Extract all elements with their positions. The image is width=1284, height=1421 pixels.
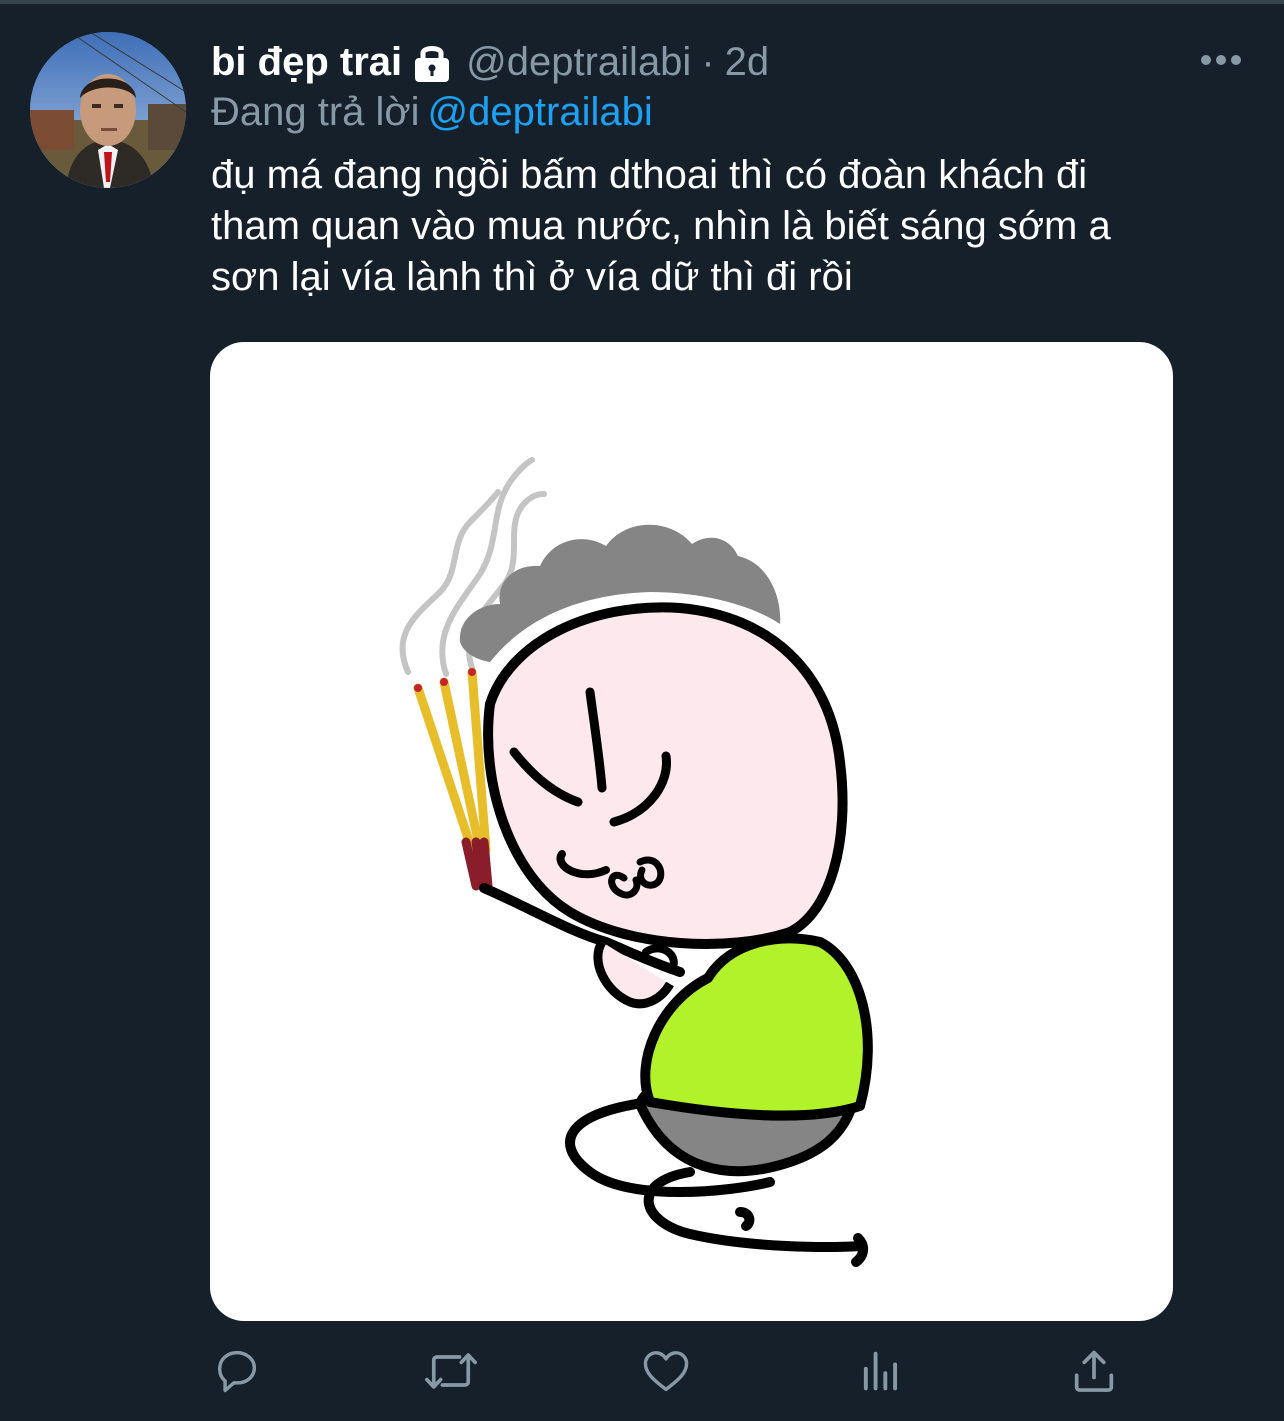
reply-icon bbox=[217, 1350, 257, 1393]
lock-icon bbox=[412, 41, 452, 83]
share-button[interactable] bbox=[1064, 1341, 1124, 1401]
user-handle[interactable]: @deptrailabi bbox=[466, 34, 691, 90]
tweet-text: đụ má đang ngồi bấm dthoai thì có đoàn k… bbox=[211, 153, 1111, 299]
retweet-button[interactable] bbox=[421, 1341, 481, 1401]
share-icon bbox=[1074, 1350, 1114, 1392]
reply-context: Đang trả lời @deptrailabi bbox=[211, 84, 653, 140]
analytics-icon bbox=[863, 1351, 898, 1391]
tweet-actions bbox=[0, 1341, 1284, 1411]
reply-button[interactable] bbox=[207, 1341, 267, 1401]
separator-dot: · bbox=[701, 40, 715, 84]
tweet-header: bi đẹp trai @deptrailabi · 2d bbox=[211, 34, 769, 90]
tweet-media[interactable] bbox=[210, 342, 1173, 1321]
retweet-icon bbox=[425, 1353, 477, 1389]
praying-cartoon-illustration bbox=[399, 457, 873, 1267]
reply-mention-link[interactable]: @deptrailabi bbox=[428, 90, 653, 134]
like-button[interactable] bbox=[636, 1341, 696, 1401]
timestamp[interactable]: 2d bbox=[725, 34, 770, 90]
analytics-button[interactable] bbox=[851, 1341, 911, 1401]
avatar-image bbox=[30, 32, 186, 188]
more-horizontal-icon[interactable] bbox=[1199, 48, 1243, 72]
display-name[interactable]: bi đẹp trai bbox=[211, 34, 402, 90]
like-icon bbox=[643, 1351, 689, 1392]
tweet[interactable]: bi đẹp trai @deptrailabi · 2d Đang trả l… bbox=[0, 4, 1284, 1421]
avatar[interactable] bbox=[30, 32, 186, 188]
reply-prefix: Đang trả lời bbox=[211, 90, 420, 134]
